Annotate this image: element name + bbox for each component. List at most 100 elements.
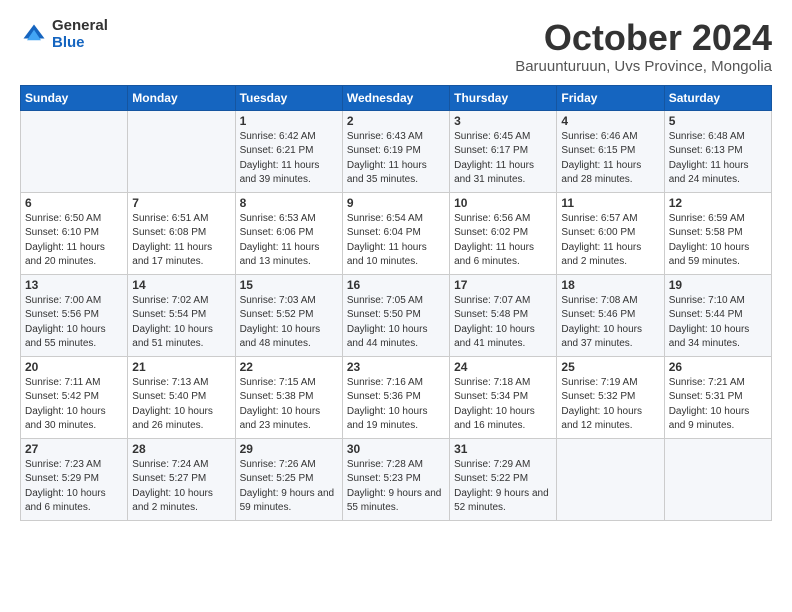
day-cell: 14 Sunrise: 7:02 AM Sunset: 5:54 PM Dayli…	[128, 274, 235, 356]
day-info: Sunrise: 6:54 AM Sunset: 6:04 PM Dayligh…	[347, 212, 445, 270]
day-info: Sunrise: 7:24 AM Sunset: 5:27 PM Dayligh…	[132, 458, 230, 516]
week-row-1: 1 Sunrise: 6:42 AM Sunset: 6:21 PM Daylig…	[21, 110, 772, 192]
page: General Blue October 2024 Baruunturuun, …	[0, 0, 792, 535]
day-info: Sunrise: 7:02 AM Sunset: 5:54 PM Dayligh…	[132, 294, 230, 352]
day-info: Sunrise: 6:43 AM Sunset: 6:19 PM Dayligh…	[347, 130, 445, 188]
day-info: Sunrise: 7:00 AM Sunset: 5:56 PM Dayligh…	[25, 294, 123, 352]
day-cell: 4 Sunrise: 6:46 AM Sunset: 6:15 PM Daylig…	[557, 110, 664, 192]
day-number: 26	[669, 360, 767, 374]
day-info: Sunrise: 6:51 AM Sunset: 6:08 PM Dayligh…	[132, 212, 230, 270]
day-cell: 7 Sunrise: 6:51 AM Sunset: 6:08 PM Daylig…	[128, 192, 235, 274]
day-info: Sunrise: 7:11 AM Sunset: 5:42 PM Dayligh…	[25, 376, 123, 434]
day-info: Sunrise: 7:16 AM Sunset: 5:36 PM Dayligh…	[347, 376, 445, 434]
day-number: 14	[132, 278, 230, 292]
day-number: 9	[347, 196, 445, 210]
day-cell: 10Sunrise: 6:56 AM Sunset: 6:02 PM Dayli…	[450, 192, 557, 274]
day-cell: 20 Sunrise: 7:11 AM Sunset: 5:42 PM Dayli…	[21, 356, 128, 438]
day-info: Sunrise: 7:23 AM Sunset: 5:29 PM Dayligh…	[25, 458, 123, 516]
day-number: 29	[240, 442, 338, 456]
day-number: 21	[132, 360, 230, 374]
day-number: 1	[240, 114, 338, 128]
day-cell: 26 Sunrise: 7:21 AM Sunset: 5:31 PM Dayli…	[664, 356, 771, 438]
day-cell: 27 Sunrise: 7:23 AM Sunset: 5:29 PM Dayli…	[21, 438, 128, 520]
day-cell	[21, 110, 128, 192]
day-number: 5	[669, 114, 767, 128]
day-info: Sunrise: 7:10 AM Sunset: 5:44 PM Dayligh…	[669, 294, 767, 352]
day-number: 24	[454, 360, 552, 374]
day-cell: 2 Sunrise: 6:43 AM Sunset: 6:19 PM Daylig…	[342, 110, 449, 192]
col-header-wednesday: Wednesday	[342, 85, 449, 110]
col-header-tuesday: Tuesday	[235, 85, 342, 110]
day-number: 6	[25, 196, 123, 210]
day-number: 31	[454, 442, 552, 456]
day-info: Sunrise: 6:56 AM Sunset: 6:02 PM Dayligh…	[454, 212, 552, 270]
day-cell: 3Sunrise: 6:45 AM Sunset: 6:17 PM Daylig…	[450, 110, 557, 192]
day-number: 13	[25, 278, 123, 292]
day-info: Sunrise: 7:26 AM Sunset: 5:25 PM Dayligh…	[240, 458, 338, 516]
day-cell: 16Sunrise: 7:05 AM Sunset: 5:50 PM Dayli…	[342, 274, 449, 356]
day-info: Sunrise: 7:07 AM Sunset: 5:48 PM Dayligh…	[454, 294, 552, 352]
day-number: 27	[25, 442, 123, 456]
day-number: 22	[240, 360, 338, 374]
title-block: October 2024 Baruunturuun, Uvs Province,…	[515, 18, 772, 75]
col-header-saturday: Saturday	[664, 85, 771, 110]
calendar-table: SundayMondayTuesdayWednesdayThursdayFrid…	[20, 85, 772, 521]
day-cell: 1 Sunrise: 6:42 AM Sunset: 6:21 PM Daylig…	[235, 110, 342, 192]
day-info: Sunrise: 7:08 AM Sunset: 5:46 PM Dayligh…	[561, 294, 659, 352]
col-header-friday: Friday	[557, 85, 664, 110]
day-cell: 28 Sunrise: 7:24 AM Sunset: 5:27 PM Dayli…	[128, 438, 235, 520]
logo: General Blue	[20, 18, 108, 51]
week-row-3: 13 Sunrise: 7:00 AM Sunset: 5:56 PM Dayli…	[21, 274, 772, 356]
day-info: Sunrise: 6:48 AM Sunset: 6:13 PM Dayligh…	[669, 130, 767, 188]
day-info: Sunrise: 6:46 AM Sunset: 6:15 PM Dayligh…	[561, 130, 659, 188]
day-number: 4	[561, 114, 659, 128]
day-info: Sunrise: 6:53 AM Sunset: 6:06 PM Dayligh…	[240, 212, 338, 270]
day-cell: 9 Sunrise: 6:54 AM Sunset: 6:04 PM Daylig…	[342, 192, 449, 274]
header: General Blue October 2024 Baruunturuun, …	[20, 18, 772, 75]
day-cell: 12Sunrise: 6:59 AM Sunset: 5:58 PM Dayli…	[664, 192, 771, 274]
day-cell: 15Sunrise: 7:03 AM Sunset: 5:52 PM Dayli…	[235, 274, 342, 356]
day-cell: 13 Sunrise: 7:00 AM Sunset: 5:56 PM Dayli…	[21, 274, 128, 356]
col-header-monday: Monday	[128, 85, 235, 110]
day-info: Sunrise: 7:18 AM Sunset: 5:34 PM Dayligh…	[454, 376, 552, 434]
day-info: Sunrise: 7:19 AM Sunset: 5:32 PM Dayligh…	[561, 376, 659, 434]
logo-icon	[20, 21, 48, 49]
day-cell: 17 Sunrise: 7:07 AM Sunset: 5:48 PM Dayli…	[450, 274, 557, 356]
day-cell	[557, 438, 664, 520]
day-number: 11	[561, 196, 659, 210]
day-info: Sunrise: 7:29 AM Sunset: 5:22 PM Dayligh…	[454, 458, 552, 516]
day-number: 18	[561, 278, 659, 292]
day-number: 2	[347, 114, 445, 128]
logo-blue: Blue	[52, 35, 108, 52]
day-info: Sunrise: 6:50 AM Sunset: 6:10 PM Dayligh…	[25, 212, 123, 270]
header-row: SundayMondayTuesdayWednesdayThursdayFrid…	[21, 85, 772, 110]
week-row-2: 6 Sunrise: 6:50 AM Sunset: 6:10 PM Daylig…	[21, 192, 772, 274]
day-number: 17	[454, 278, 552, 292]
day-number: 28	[132, 442, 230, 456]
day-info: Sunrise: 7:21 AM Sunset: 5:31 PM Dayligh…	[669, 376, 767, 434]
day-info: Sunrise: 7:28 AM Sunset: 5:23 PM Dayligh…	[347, 458, 445, 516]
day-cell: 19Sunrise: 7:10 AM Sunset: 5:44 PM Dayli…	[664, 274, 771, 356]
day-cell: 25Sunrise: 7:19 AM Sunset: 5:32 PM Dayli…	[557, 356, 664, 438]
day-cell: 29 Sunrise: 7:26 AM Sunset: 5:25 PM Dayli…	[235, 438, 342, 520]
day-cell: 21 Sunrise: 7:13 AM Sunset: 5:40 PM Dayli…	[128, 356, 235, 438]
day-cell: 5 Sunrise: 6:48 AM Sunset: 6:13 PM Daylig…	[664, 110, 771, 192]
day-number: 7	[132, 196, 230, 210]
day-info: Sunrise: 6:57 AM Sunset: 6:00 PM Dayligh…	[561, 212, 659, 270]
logo-general: General	[52, 18, 108, 35]
day-number: 8	[240, 196, 338, 210]
day-info: Sunrise: 7:15 AM Sunset: 5:38 PM Dayligh…	[240, 376, 338, 434]
week-row-4: 20 Sunrise: 7:11 AM Sunset: 5:42 PM Dayli…	[21, 356, 772, 438]
day-cell: 30 Sunrise: 7:28 AM Sunset: 5:23 PM Dayli…	[342, 438, 449, 520]
day-info: Sunrise: 7:05 AM Sunset: 5:50 PM Dayligh…	[347, 294, 445, 352]
day-number: 23	[347, 360, 445, 374]
day-number: 3	[454, 114, 552, 128]
day-cell: 22 Sunrise: 7:15 AM Sunset: 5:38 PM Dayli…	[235, 356, 342, 438]
day-cell: 11 Sunrise: 6:57 AM Sunset: 6:00 PM Dayli…	[557, 192, 664, 274]
col-header-sunday: Sunday	[21, 85, 128, 110]
day-info: Sunrise: 7:13 AM Sunset: 5:40 PM Dayligh…	[132, 376, 230, 434]
day-cell: 24 Sunrise: 7:18 AM Sunset: 5:34 PM Dayli…	[450, 356, 557, 438]
day-number: 20	[25, 360, 123, 374]
day-number: 30	[347, 442, 445, 456]
day-info: Sunrise: 6:42 AM Sunset: 6:21 PM Dayligh…	[240, 130, 338, 188]
